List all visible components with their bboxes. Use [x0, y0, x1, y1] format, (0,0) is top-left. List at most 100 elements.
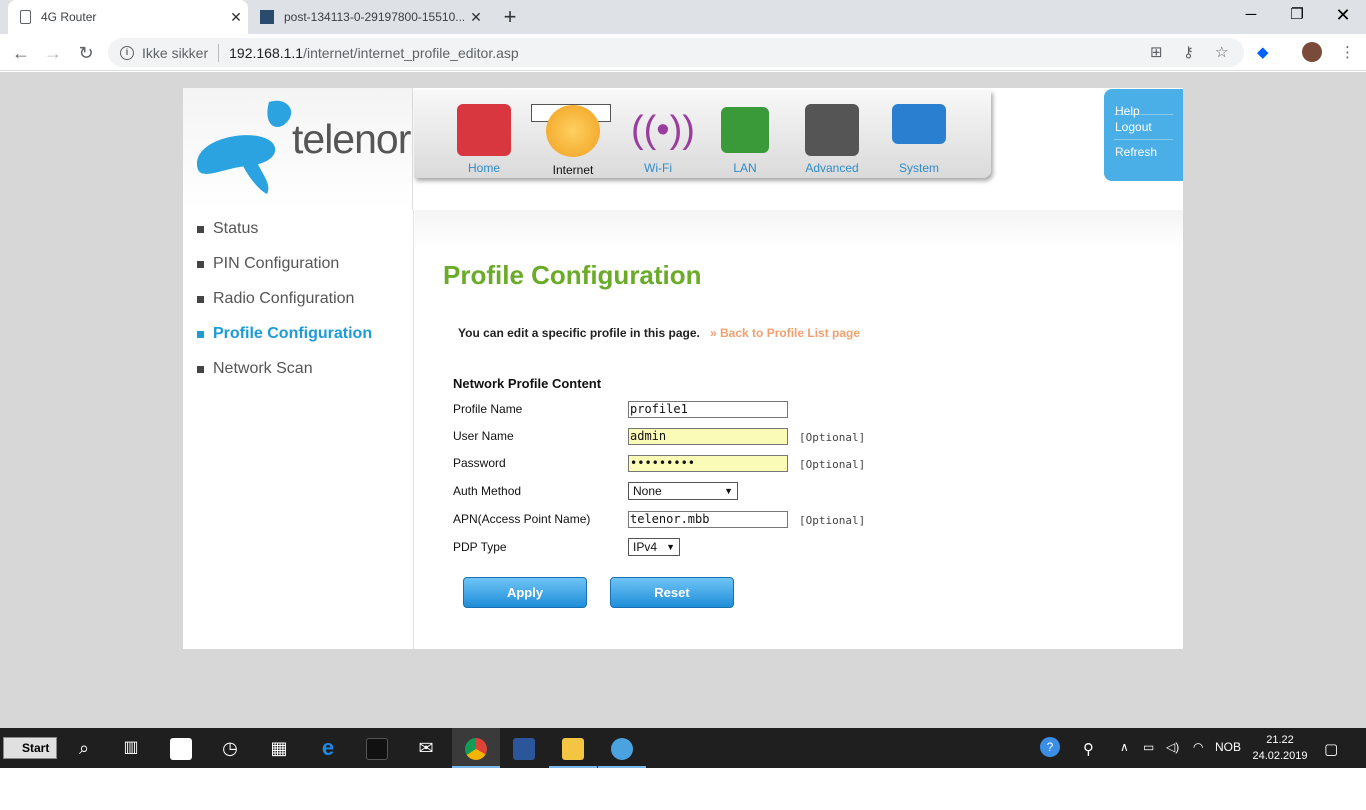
battery-icon[interactable]: ▭: [1143, 740, 1154, 754]
security-label[interactable]: Ikke sikker: [142, 45, 208, 61]
video-call-icon[interactable]: [353, 728, 401, 768]
menu-dots-icon[interactable]: ⋮: [1340, 43, 1355, 61]
start-button[interactable]: Start: [3, 737, 57, 759]
auth-method-label: Auth Method: [453, 484, 522, 498]
sidebar-item-profile-configuration[interactable]: Profile Configuration: [196, 325, 372, 343]
windows-taskbar: Start ⌕ ▥ ◷ ▦ e ✉ ? ⚲ ∧ ▭ ◁) ◠ NOB 21.22…: [0, 728, 1366, 768]
sidebar-item-pin-configuration[interactable]: PIN Configuration: [196, 255, 339, 273]
menu-advanced[interactable]: Advanced: [792, 104, 872, 175]
dropdown-arrow-icon: ▼: [724, 486, 733, 496]
user-name-input[interactable]: admin: [628, 428, 788, 445]
profile-name-label: Profile Name: [453, 402, 523, 416]
info-icon[interactable]: i: [120, 45, 134, 60]
browser-toolbar: ← → ↻ i Ikke sikker 192.168.1.1/internet…: [0, 34, 1366, 71]
close-tab-icon[interactable]: ✕: [224, 9, 248, 26]
time: 21.22: [1266, 734, 1294, 746]
optional-hint: [Optional]: [799, 431, 866, 444]
apn-input[interactable]: telenor.mbb: [628, 511, 788, 528]
apn-label: APN(Access Point Name): [453, 512, 591, 526]
wifi-icon: ((•)): [631, 109, 695, 151]
dropbox-icon[interactable]: ◆: [1257, 43, 1269, 61]
profile-name-input[interactable]: profile1: [628, 401, 788, 418]
apply-button[interactable]: Apply: [463, 577, 587, 608]
translate-icon[interactable]: ⊞: [1150, 43, 1163, 61]
people-icon[interactable]: ⚲: [1083, 740, 1094, 758]
menu-internet[interactable]: Internet: [531, 104, 611, 177]
pdp-type-value: IPv4: [633, 540, 658, 554]
tab-post-image[interactable]: post-134113-0-29197800-15510... ✕: [248, 0, 488, 34]
search-icon[interactable]: ⌕: [60, 728, 108, 768]
pdp-type-select[interactable]: IPv4 ▼: [628, 538, 680, 556]
tab-title: post-134113-0-29197800-15510...: [284, 10, 464, 24]
reset-button[interactable]: Reset: [610, 577, 734, 608]
new-tab-button[interactable]: +: [498, 4, 522, 30]
section-title: Network Profile Content: [453, 376, 602, 391]
back-arrow-icon[interactable]: ←: [8, 40, 34, 66]
key-icon[interactable]: ⚷: [1183, 43, 1194, 61]
dropdown-arrow-icon: ▼: [666, 542, 675, 552]
calculator-icon[interactable]: ▦: [255, 728, 303, 768]
sidebar-item-network-scan[interactable]: Network Scan: [197, 360, 313, 378]
page-title: Profile Configuration: [443, 260, 702, 290]
minimize-button[interactable]: ─: [1228, 0, 1274, 30]
forward-arrow-icon[interactable]: →: [40, 40, 66, 66]
browser-tab-strip: 4G Router ✕ post-134113-0-29197800-15510…: [0, 0, 1366, 34]
auth-method-select[interactable]: None ▼: [628, 482, 738, 500]
paint-icon[interactable]: [598, 728, 646, 768]
volume-icon[interactable]: ◁): [1166, 740, 1179, 754]
address-bar[interactable]: i Ikke sikker 192.168.1.1/internet/inter…: [108, 38, 1244, 67]
lan-icon: [721, 107, 769, 153]
telenor-logo-mark: [197, 100, 292, 194]
word-icon[interactable]: [500, 728, 548, 768]
chrome-icon[interactable]: [452, 728, 500, 768]
optional-hint: [Optional]: [799, 514, 866, 527]
chevron-up-icon[interactable]: ∧: [1120, 740, 1129, 754]
dropbox-taskbar-icon[interactable]: [157, 728, 205, 768]
restore-button[interactable]: ❐: [1274, 0, 1320, 30]
wifi-tray-icon[interactable]: ◠: [1193, 740, 1203, 754]
file-explorer-icon[interactable]: [549, 728, 597, 768]
close-tab-icon[interactable]: ✕: [464, 9, 488, 26]
help-icon[interactable]: ?: [1040, 737, 1060, 757]
alarm-clock-icon[interactable]: ◷: [206, 728, 254, 768]
below-taskbar-area: [0, 768, 1366, 810]
menu-label: Home: [467, 161, 500, 175]
top-links: Help Logout Refresh: [1104, 89, 1183, 181]
page-icon: [20, 10, 31, 24]
mail-icon[interactable]: ✉: [402, 728, 450, 768]
router-page: telenor Home Internet ((•)) Wi-Fi LAN Ad…: [183, 88, 1183, 649]
date: 24.02.2019: [1252, 750, 1308, 762]
auth-method-value: None: [633, 484, 662, 498]
reload-icon[interactable]: ↻: [73, 40, 99, 66]
home-icon: [457, 104, 511, 156]
refresh-link[interactable]: Refresh: [1114, 139, 1173, 164]
tools-icon: [805, 104, 859, 156]
menu-label: Advanced: [805, 161, 859, 175]
tab-title: 4G Router: [41, 10, 97, 24]
content-panel: Profile Configuration You can edit a spe…: [415, 210, 1183, 649]
star-icon[interactable]: ☆: [1215, 43, 1228, 61]
menu-label: System: [898, 161, 939, 175]
pdp-type-label: PDP Type: [453, 540, 507, 554]
notification-icon[interactable]: ▢: [1324, 740, 1338, 758]
clock[interactable]: 21.22 24.02.2019: [1250, 732, 1310, 764]
menu-home[interactable]: Home: [444, 104, 524, 175]
avatar[interactable]: [1302, 42, 1322, 62]
sidebar-item-status[interactable]: Status: [196, 220, 258, 238]
menu-lan[interactable]: LAN: [705, 104, 785, 175]
close-window-button[interactable]: ✕: [1320, 0, 1366, 30]
menu-wifi[interactable]: ((•)) Wi-Fi: [618, 104, 698, 175]
menu-system[interactable]: System: [879, 104, 959, 175]
intro-text: You can edit a specific profile in this …: [458, 326, 700, 340]
password-input[interactable]: •••••••••: [628, 455, 788, 472]
language-indicator[interactable]: NOB: [1215, 740, 1241, 754]
menu-label: Internet: [552, 163, 594, 177]
sidebar-item-radio-configuration[interactable]: Radio Configuration: [196, 290, 354, 308]
url-path: /internet/internet_profile_editor.asp: [303, 44, 519, 61]
help-link[interactable]: Help: [1104, 89, 1183, 118]
task-view-icon[interactable]: ▥: [107, 728, 155, 768]
back-to-profile-list-link[interactable]: » Back to Profile List page: [710, 326, 860, 340]
edge-icon[interactable]: e: [304, 728, 352, 768]
main-menu: Home Internet ((•)) Wi-Fi LAN Advanced S…: [414, 90, 991, 178]
tab-4g-router[interactable]: 4G Router ✕: [8, 0, 248, 34]
